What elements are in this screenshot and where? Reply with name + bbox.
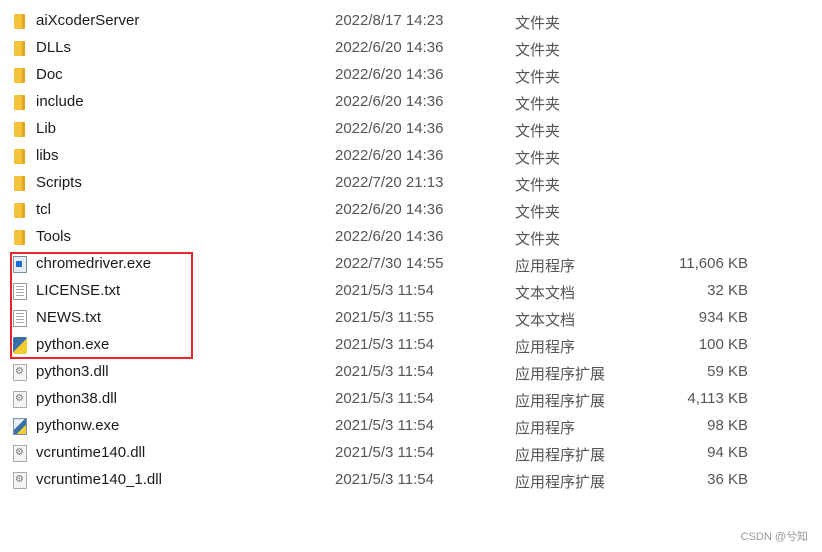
file-size: 32 KB [707,282,748,299]
file-type: 文件夹 [515,123,561,140]
file-row[interactable]: vcruntime140_1.dll 2021/5/3 11:54 应用程序扩展 36… [0,467,822,494]
watermark: CSDN @兮知 [740,531,808,543]
file-date: 2022/6/20 14:36 [335,147,444,164]
file-size: 94 KB [707,444,748,461]
file-name: Scripts [36,174,82,191]
file-type: 应用程序扩展 [515,393,606,410]
file-type: 应用程序扩展 [515,474,606,491]
file-name: python38.dll [36,390,117,407]
file-type: 应用程序 [515,420,576,437]
application-icon [13,418,27,435]
file-date: 2021/5/3 11:54 [335,282,434,299]
folder-icon [14,14,25,29]
file-type: 文件夹 [515,204,561,221]
file-row[interactable]: Tools 2022/6/20 14:36 文件夹 [0,224,822,251]
file-type: 文本文档 [515,285,576,302]
file-date: 2022/8/17 14:23 [335,12,444,29]
folder-icon [14,95,25,110]
file-name: Tools [36,228,72,245]
file-row[interactable]: Lib 2022/6/20 14:36 文件夹 [0,116,822,143]
file-date: 2021/5/3 11:54 [335,390,434,407]
file-row[interactable]: Doc 2022/6/20 14:36 文件夹 [0,62,822,89]
file-name: Doc [36,66,63,83]
file-row[interactable]: pythonw.exe 2021/5/3 11:54 应用程序 98 KB [0,413,822,440]
file-date: 2021/5/3 11:55 [335,309,434,326]
file-name: pythonw.exe [36,417,120,434]
file-size: 98 KB [707,417,748,434]
file-date: 2021/5/3 11:54 [335,444,434,461]
folder-icon [14,68,25,83]
file-type: 文件夹 [515,177,561,194]
dll-file-icon [13,391,27,408]
file-date: 2022/6/20 14:36 [335,66,444,83]
folder-icon [14,176,25,191]
folder-icon [14,41,25,56]
file-date: 2022/6/20 14:36 [335,93,444,110]
dll-file-icon [13,472,27,489]
file-type: 文本文档 [515,312,576,329]
file-date: 2022/6/20 14:36 [335,39,444,56]
file-type: 文件夹 [515,15,561,32]
file-row[interactable]: aiXcoderServer 2022/8/17 14:23 文件夹 [0,8,822,35]
file-name: Lib [36,120,57,137]
file-row[interactable]: libs 2022/6/20 14:36 文件夹 [0,143,822,170]
file-type: 文件夹 [515,42,561,59]
file-date: 2021/5/3 11:54 [335,471,434,488]
file-row[interactable]: DLLs 2022/6/20 14:36 文件夹 [0,35,822,62]
file-size: 11,606 KB [679,255,748,272]
file-name: libs [36,147,59,164]
file-size: 4,113 KB [687,390,748,407]
file-type: 应用程序扩展 [515,447,606,464]
folder-icon [14,203,25,218]
file-name: vcruntime140.dll [36,444,146,461]
file-type: 文件夹 [515,231,561,248]
file-date: 2022/6/20 14:36 [335,201,444,218]
file-type: 应用程序 [515,339,576,356]
file-name: include [36,93,84,110]
file-row[interactable]: Scripts 2022/7/20 21:13 文件夹 [0,170,822,197]
file-name: tcl [36,201,51,218]
file-date: 2021/5/3 11:54 [335,417,434,434]
file-date: 2022/7/20 21:13 [335,174,444,191]
file-size: 36 KB [707,471,748,488]
highlight-box [10,252,193,359]
file-name: aiXcoderServer [36,12,140,29]
folder-icon [14,149,25,164]
file-type: 应用程序 [515,258,576,275]
folder-icon [14,230,25,245]
file-type: 文件夹 [515,69,561,86]
file-row[interactable]: python3.dll 2021/5/3 11:54 应用程序扩展 59 KB [0,359,822,386]
file-row[interactable]: include 2022/6/20 14:36 文件夹 [0,89,822,116]
file-type: 应用程序扩展 [515,366,606,383]
file-date: 2021/5/3 11:54 [335,363,434,380]
file-size: 100 KB [698,336,748,353]
file-date: 2021/5/3 11:54 [335,336,434,353]
file-row[interactable]: vcruntime140.dll 2021/5/3 11:54 应用程序扩展 94 K… [0,440,822,467]
file-date: 2022/7/30 14:55 [335,255,444,272]
file-type: 文件夹 [515,150,561,167]
file-row[interactable]: tcl 2022/6/20 14:36 文件夹 [0,197,822,224]
file-name: vcruntime140_1.dll [36,471,162,488]
file-type: 文件夹 [515,96,561,113]
file-name: python3.dll [36,363,109,380]
file-size: 934 KB [698,309,748,326]
file-date: 2022/6/20 14:36 [335,120,444,137]
file-name: DLLs [36,39,72,56]
dll-file-icon [13,364,27,381]
file-date: 2022/6/20 14:36 [335,228,444,245]
folder-icon [14,122,25,137]
file-size: 59 KB [707,363,748,380]
dll-file-icon [13,445,27,462]
file-row[interactable]: python38.dll 2021/5/3 11:54 应用程序扩展 4,113 KB [0,386,822,413]
